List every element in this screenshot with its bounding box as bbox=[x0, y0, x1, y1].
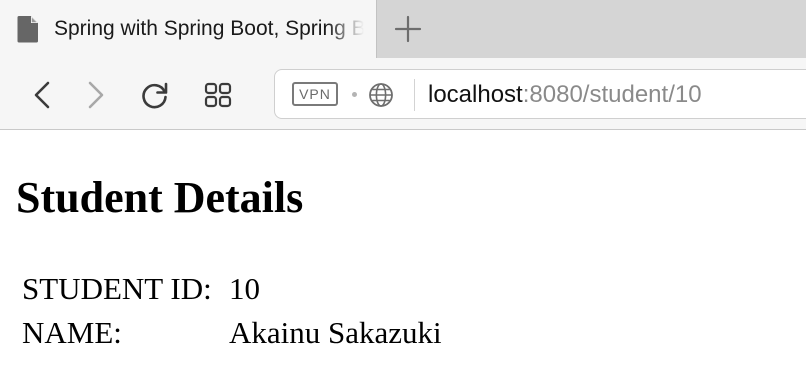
page-content: Student Details STUDENT ID: 10 NAME: Aka… bbox=[0, 130, 806, 388]
plus-icon[interactable] bbox=[394, 15, 422, 43]
page-title: Student Details bbox=[16, 173, 304, 222]
tab-bar: Spring with Spring Boot, Spring Boot bbox=[0, 0, 806, 58]
url-text[interactable]: localhost:8080/student/10 bbox=[428, 81, 702, 109]
grid-icon[interactable] bbox=[203, 80, 233, 110]
browser-toolbar: VPN localhost:8080/student/10 bbox=[0, 58, 806, 130]
tab-active[interactable]: Spring with Spring Boot, Spring Boot bbox=[0, 0, 377, 58]
field-value: Akainu Sakazuki bbox=[229, 315, 442, 350]
field-label: NAME: bbox=[22, 315, 122, 350]
chevron-right-icon[interactable] bbox=[80, 80, 110, 110]
chevron-left-icon[interactable] bbox=[28, 80, 58, 110]
url-host: localhost bbox=[428, 81, 523, 108]
address-separator bbox=[414, 79, 415, 111]
address-bar[interactable]: VPN localhost:8080/student/10 bbox=[274, 69, 806, 119]
field-value: 10 bbox=[229, 271, 260, 306]
url-path: :8080/student/10 bbox=[522, 81, 702, 108]
reload-icon[interactable] bbox=[140, 80, 170, 110]
globe-icon[interactable] bbox=[368, 82, 394, 108]
document-icon bbox=[17, 16, 38, 43]
vpn-status-dot bbox=[352, 92, 357, 97]
tab-title: Spring with Spring Boot, Spring Boot bbox=[54, 17, 364, 40]
vpn-badge[interactable]: VPN bbox=[292, 82, 338, 106]
field-label: STUDENT ID: bbox=[22, 271, 212, 306]
